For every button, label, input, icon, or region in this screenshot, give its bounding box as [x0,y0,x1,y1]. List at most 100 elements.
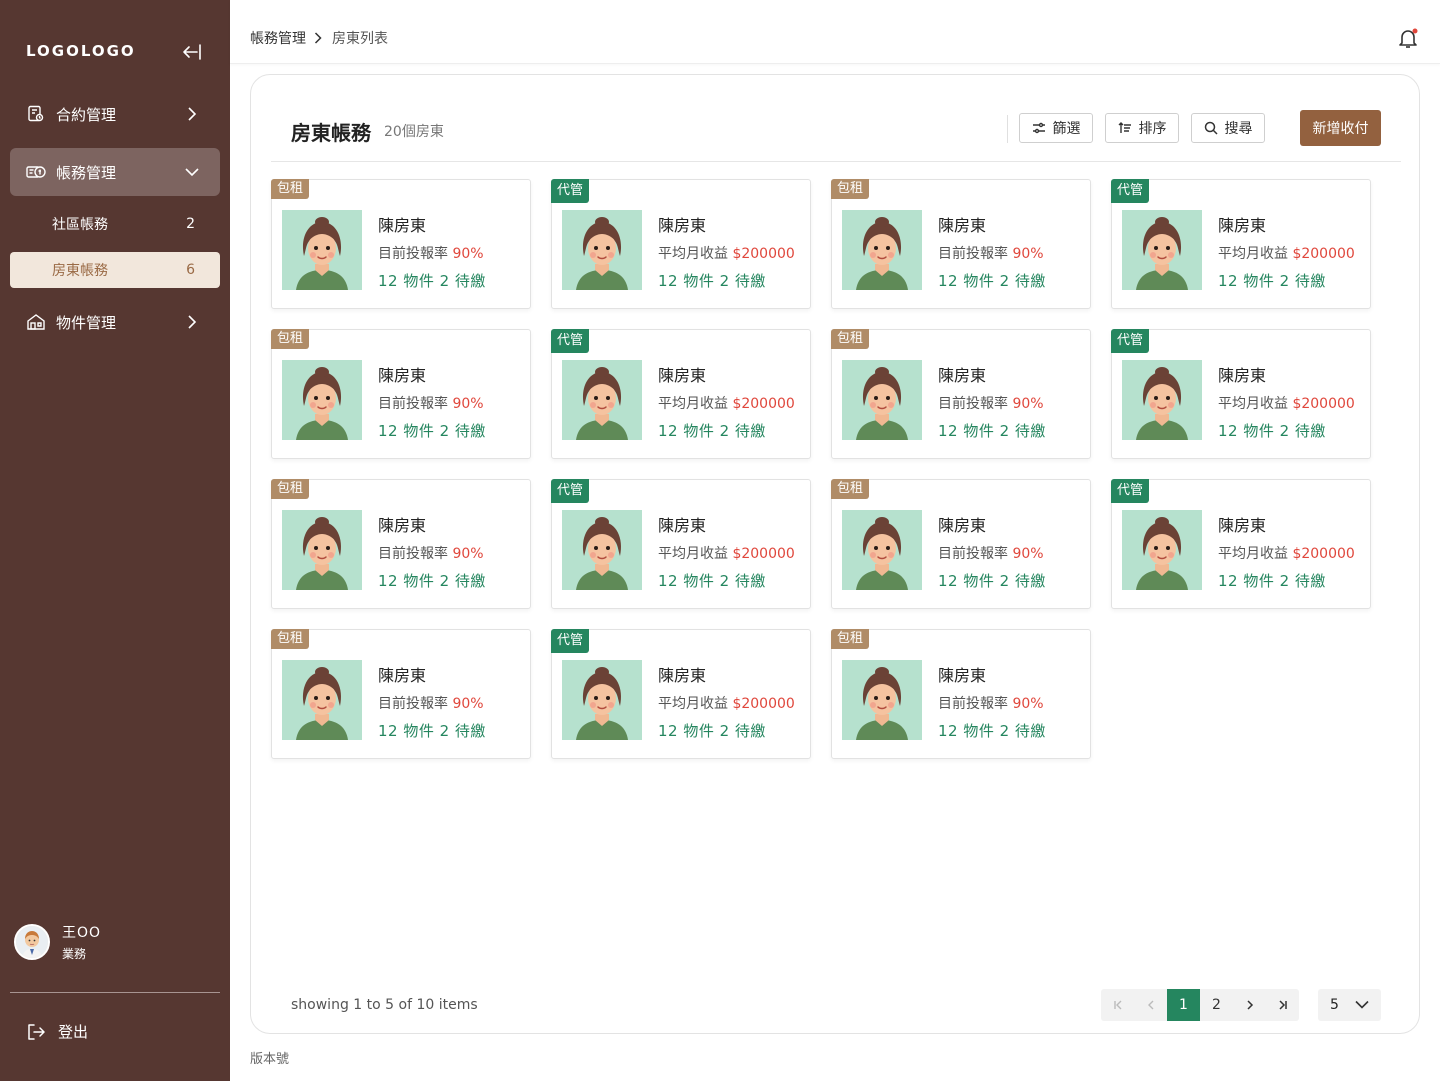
metric-value: $200000 [732,696,795,712]
landlord-card[interactable]: 包租 陳房東 目前投報率 90% 12 物件 2 待繳 [831,629,1091,759]
landlord-stats: 12 物件 2 待繳 [1218,272,1326,290]
metric-value: 90% [452,246,484,262]
page-1-button[interactable]: 1 [1167,989,1200,1021]
landlord-avatar [282,360,362,440]
last-page-icon[interactable] [1266,989,1299,1021]
landlord-card[interactable]: 代管 陳房東 平均月收益 $200000 12 物件 2 待繳 [1111,179,1371,309]
metric-label: 平均月收益 [1218,396,1288,412]
landlord-stats: 12 物件 2 待繳 [938,572,1046,590]
metric-label: 目前投報率 [938,246,1008,262]
sub-item-landlord-billing[interactable]: 房東帳務 6 [10,252,220,288]
landlord-name: 陳房東 [378,366,427,385]
landlord-avatar [282,510,362,590]
landlord-metric: 目前投報率 90% [378,243,484,263]
type-tag: 包租 [271,329,310,349]
next-page-icon[interactable] [1233,989,1266,1021]
nav-billing[interactable]: 帳務管理 [10,148,220,196]
user-profile[interactable]: 王OO 業務 [14,922,101,962]
landlord-avatar [562,210,642,290]
chevron-right-icon [314,32,324,44]
breadcrumb-billing[interactable]: 帳務管理 [250,28,306,48]
landlord-card[interactable]: 代管 陳房東 平均月收益 $200000 12 物件 2 待繳 [551,329,811,459]
landlord-card[interactable]: 代管 陳房東 平均月收益 $200000 12 物件 2 待繳 [1111,479,1371,609]
landlord-stats: 12 物件 2 待繳 [658,722,766,740]
metric-label: 目前投報率 [938,396,1008,412]
type-tag: 代管 [1111,329,1150,353]
landlord-name: 陳房東 [658,666,707,685]
landlord-stats: 12 物件 2 待繳 [938,422,1046,440]
breadcrumb: 帳務管理 房東列表 [250,28,388,48]
nav-contract[interactable]: 合約管理 [10,90,220,138]
sub-item-community-billing[interactable]: 社區帳務 2 [10,206,220,242]
landlord-card[interactable]: 代管 陳房東 平均月收益 $200000 12 物件 2 待繳 [551,629,811,759]
landlord-stats: 12 物件 2 待繳 [1218,422,1326,440]
landlord-name: 陳房東 [938,216,987,235]
landlord-name: 陳房東 [938,666,987,685]
landlord-card[interactable]: 代管 陳房東 平均月收益 $200000 12 物件 2 待繳 [551,179,811,309]
type-tag: 代管 [551,329,590,353]
first-page-icon[interactable] [1101,989,1134,1021]
landlord-name: 陳房東 [658,366,707,385]
prev-page-icon[interactable] [1134,989,1167,1021]
landlord-metric: 目前投報率 90% [378,543,484,563]
divider [10,992,220,993]
landlord-card[interactable]: 包租 陳房東 目前投報率 90% 12 物件 2 待繳 [271,479,531,609]
metric-value: 90% [452,396,484,412]
landlord-avatar [562,510,642,590]
landlord-stats: 12 物件 2 待繳 [658,272,766,290]
type-tag: 包租 [271,629,310,649]
metric-label: 目前投報率 [378,546,448,562]
money-icon [26,162,46,182]
landlord-metric: 平均月收益 $200000 [658,243,795,263]
count-badge: 2 [186,216,195,232]
main-panel: 房東帳務 20個房東 篩選 排序 搜尋 新增收付 包租 陳房東 目前投報率 90… [250,74,1420,1034]
landlord-card[interactable]: 包租 陳房東 目前投報率 90% 12 物件 2 待繳 [271,179,531,309]
landlord-name: 陳房東 [378,666,427,685]
logout-button[interactable]: 登出 [26,1021,88,1042]
landlord-card[interactable]: 代管 陳房東 平均月收益 $200000 12 物件 2 待繳 [1111,329,1371,459]
landlord-stats: 12 物件 2 待繳 [1218,572,1326,590]
logo: LOGOLOGO [26,42,136,60]
landlord-card[interactable]: 包租 陳房東 目前投報率 90% 12 物件 2 待繳 [271,629,531,759]
landlord-metric: 平均月收益 $200000 [658,693,795,713]
page-2-button[interactable]: 2 [1200,989,1233,1021]
landlord-card-grid: 包租 陳房東 目前投報率 90% 12 物件 2 待繳 代管 陳房東 平均月收益… [271,179,1401,759]
bell-icon[interactable] [1396,26,1420,50]
landlord-name: 陳房東 [658,216,707,235]
landlord-name: 陳房東 [658,516,707,535]
landlord-metric: 目前投報率 90% [938,693,1044,713]
page-size-select[interactable]: 5 [1318,989,1381,1021]
search-icon [1204,121,1218,135]
metric-value: $200000 [1292,546,1355,562]
metric-value: $200000 [732,546,795,562]
landlord-card[interactable]: 包租 陳房東 目前投報率 90% 12 物件 2 待繳 [831,329,1091,459]
nav-property[interactable]: 物件管理 [10,298,220,346]
chevron-down-icon [184,164,200,180]
metric-value: $200000 [732,246,795,262]
landlord-avatar [842,510,922,590]
landlord-card[interactable]: 包租 陳房東 目前投報率 90% 12 物件 2 待繳 [271,329,531,459]
landlord-stats: 12 物件 2 待繳 [378,572,486,590]
metric-label: 平均月收益 [658,696,728,712]
landlord-card[interactable]: 包租 陳房東 目前投報率 90% 12 物件 2 待繳 [831,179,1091,309]
metric-label: 目前投報率 [378,696,448,712]
search-button[interactable]: 搜尋 [1191,113,1265,143]
type-tag: 代管 [1111,179,1150,203]
sort-button[interactable]: 排序 [1105,113,1179,143]
page-title: 房東帳務 [291,121,371,145]
add-payment-button[interactable]: 新增收付 [1300,110,1381,146]
collapse-sidebar-icon[interactable] [181,41,203,63]
metric-value: 90% [1012,696,1044,712]
sort-icon [1118,121,1132,135]
type-tag: 包租 [831,629,870,649]
landlord-avatar [1122,510,1202,590]
metric-label: 平均月收益 [658,396,728,412]
landlord-card[interactable]: 包租 陳房東 目前投報率 90% 12 物件 2 待繳 [831,479,1091,609]
type-tag: 包租 [831,179,870,199]
count-badge: 6 [186,262,195,278]
filter-button[interactable]: 篩選 [1019,113,1093,143]
landlord-card[interactable]: 代管 陳房東 平均月收益 $200000 12 物件 2 待繳 [551,479,811,609]
metric-value: $200000 [732,396,795,412]
pagination-summary: showing 1 to 5 of 10 items [291,997,478,1013]
landlord-avatar [282,210,362,290]
